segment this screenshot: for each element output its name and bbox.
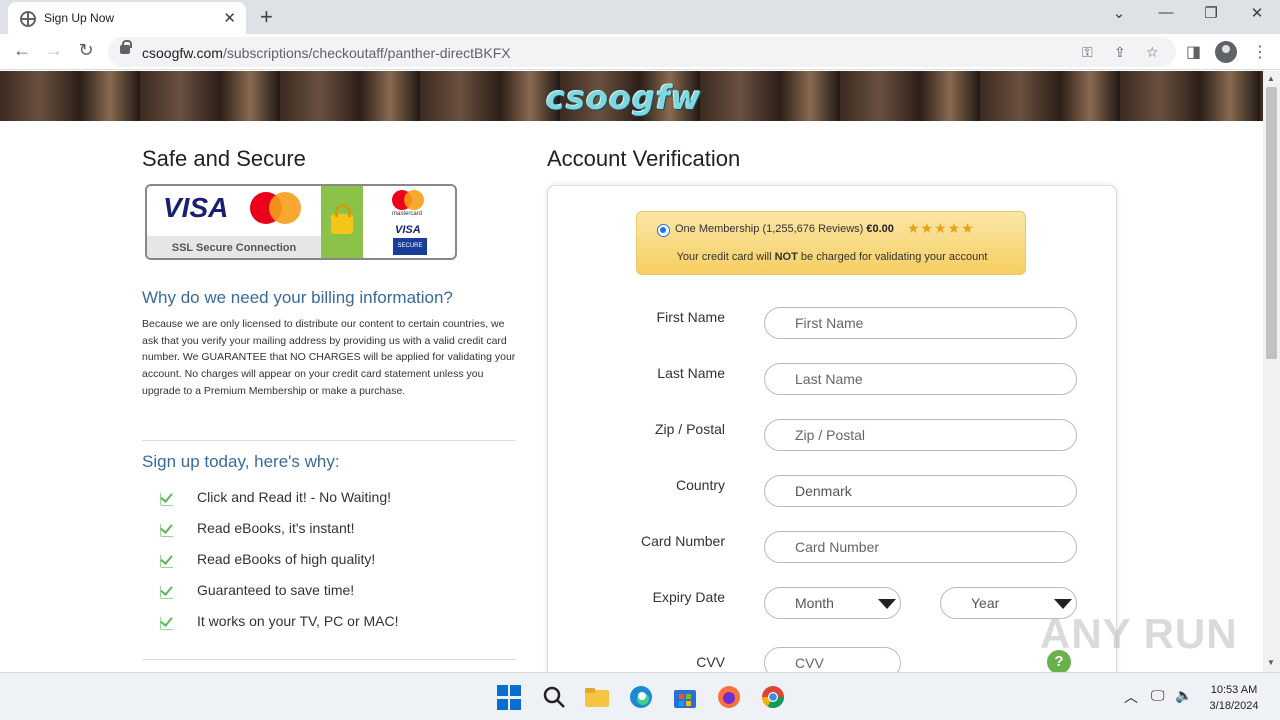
verification-form-card: One Membership (1,255,676 Reviews) €0.00… xyxy=(547,185,1117,672)
network-icon[interactable]: 🖵 xyxy=(1151,687,1165,704)
dropdown-arrow-icon xyxy=(878,599,896,609)
checkmark-icon xyxy=(160,522,174,537)
forward-arrow-icon[interactable]: → xyxy=(42,40,66,61)
browser-toolbar: ← → ↻ csoogfw.com/subscriptions/checkout… xyxy=(0,34,1280,70)
site-logo[interactable]: csoogfw xyxy=(546,79,701,117)
menu-kebab-icon[interactable]: ⋮ xyxy=(1252,42,1268,62)
first-name-field[interactable] xyxy=(764,307,1077,339)
file-explorer-icon[interactable] xyxy=(584,684,610,710)
header-banner: csoogfw xyxy=(0,71,1263,121)
share-icon[interactable]: ⇪ xyxy=(1114,44,1126,61)
back-arrow-icon[interactable]: ← xyxy=(10,40,34,61)
search-icon[interactable] xyxy=(541,684,567,710)
scroll-up-icon[interactable]: ▲ xyxy=(1267,74,1275,83)
minimize-button[interactable]: — xyxy=(1152,4,1180,21)
visa-small-logo: VISA xyxy=(395,224,421,236)
url-text[interactable]: csoogfw.com/subscriptions/checkoutaff/pa… xyxy=(142,45,511,61)
window-close-button[interactable]: ✕ xyxy=(1243,4,1271,22)
checkmark-icon xyxy=(160,615,174,630)
section-divider xyxy=(142,659,516,660)
visa-secure-badge: SECURE xyxy=(393,238,427,255)
first-name-label: First Name xyxy=(656,309,725,325)
membership-offer[interactable]: One Membership (1,255,676 Reviews) €0.00… xyxy=(636,211,1026,275)
anyrun-watermark: ANY RUN xyxy=(1040,610,1238,657)
tab-close-button[interactable]: ✕ xyxy=(223,9,236,27)
zip-label: Zip / Postal xyxy=(654,421,725,437)
reload-icon[interactable]: ↻ xyxy=(74,40,98,61)
globe-icon xyxy=(20,11,36,27)
scroll-thumb[interactable] xyxy=(1266,87,1277,359)
expiry-date-label: Expiry Date xyxy=(652,589,725,605)
ssl-secure-badge: VISA SSL Secure Connection mastercard VI… xyxy=(145,184,457,260)
checkmark-icon xyxy=(160,553,174,568)
country-label: Country xyxy=(675,477,725,493)
safe-secure-title: Safe and Secure xyxy=(142,146,306,171)
bookmark-star-icon[interactable]: ☆ xyxy=(1146,44,1159,61)
billing-info-text: Because we are only licensed to distribu… xyxy=(142,318,516,397)
tray-chevron-icon[interactable]: ︿ xyxy=(1124,687,1138,707)
windows-start-icon[interactable] xyxy=(497,685,523,711)
billing-info-heading: Why do we need your billing information? xyxy=(142,288,453,307)
lock-icon[interactable] xyxy=(120,40,132,54)
membership-radio[interactable] xyxy=(657,224,670,237)
signup-heading: Sign up today, here's why: xyxy=(142,452,340,471)
store-icon[interactable] xyxy=(672,684,698,710)
card-number-field[interactable] xyxy=(764,531,1077,563)
mastercard-small-label: mastercard xyxy=(391,211,422,217)
last-name-field[interactable] xyxy=(764,363,1077,395)
address-bar[interactable]: csoogfw.com/subscriptions/checkoutaff/pa… xyxy=(108,37,1176,67)
no-charge-note: Your credit card will NOT be charged for… xyxy=(676,251,988,263)
tab-strip: Sign Up Now ✕ + ⌄ — ❐ ✕ xyxy=(0,0,1280,34)
section-divider xyxy=(142,440,516,441)
key-icon[interactable]: ⚿ xyxy=(1082,44,1093,61)
firefox-icon[interactable] xyxy=(716,684,742,710)
side-panel-icon[interactable]: ◨ xyxy=(1186,42,1201,62)
restore-button[interactable]: ❐ xyxy=(1197,4,1225,22)
page-viewport: csoogfw Safe and Secure Account Verifica… xyxy=(0,71,1263,672)
account-verification-title: Account Verification xyxy=(547,146,741,171)
checkmark-icon xyxy=(160,491,174,506)
profile-avatar-icon[interactable] xyxy=(1215,41,1237,63)
clock-time: 10:53 AM xyxy=(1210,684,1258,696)
expiry-month-select[interactable]: Month xyxy=(764,587,901,619)
edge-browser-icon[interactable] xyxy=(628,684,654,710)
windows-taskbar: ︿ 🖵 🔈 10:53 AM 3/18/2024 xyxy=(0,672,1280,720)
clock-date: 3/18/2024 xyxy=(1209,700,1259,712)
ssl-label: SSL Secure Connection xyxy=(147,236,321,258)
dropdown-arrow-icon xyxy=(1054,599,1072,609)
tab-title: Sign Up Now xyxy=(44,11,115,25)
cvv-label: CVV xyxy=(696,654,725,670)
visa-logo: VISA xyxy=(163,192,229,223)
browser-tab[interactable]: Sign Up Now ✕ xyxy=(8,2,246,34)
checkmark-icon xyxy=(160,584,174,599)
padlock-icon xyxy=(331,204,353,234)
cvv-field[interactable] xyxy=(764,647,901,672)
taskbar-clock[interactable]: 10:53 AM 3/18/2024 xyxy=(1196,682,1272,714)
zip-field[interactable] xyxy=(764,419,1077,451)
new-tab-button[interactable]: + xyxy=(260,4,273,30)
scroll-down-icon[interactable]: ▼ xyxy=(1267,658,1275,667)
volume-icon[interactable]: 🔈 xyxy=(1175,687,1192,704)
page-scrollbar[interactable]: ▲ ▼ xyxy=(1263,71,1280,672)
rating-stars-icon: ★★★★★ xyxy=(907,220,975,236)
membership-plan: One Membership (1,255,676 Reviews) €0.00 xyxy=(675,223,894,235)
last-name-label: Last Name xyxy=(657,365,725,381)
padlock-panel xyxy=(321,186,363,258)
chrome-icon[interactable] xyxy=(760,684,786,710)
card-number-label: Card Number xyxy=(640,533,725,549)
country-select[interactable]: Denmark xyxy=(764,475,1077,507)
tab-search-icon[interactable]: ⌄ xyxy=(1105,4,1133,22)
